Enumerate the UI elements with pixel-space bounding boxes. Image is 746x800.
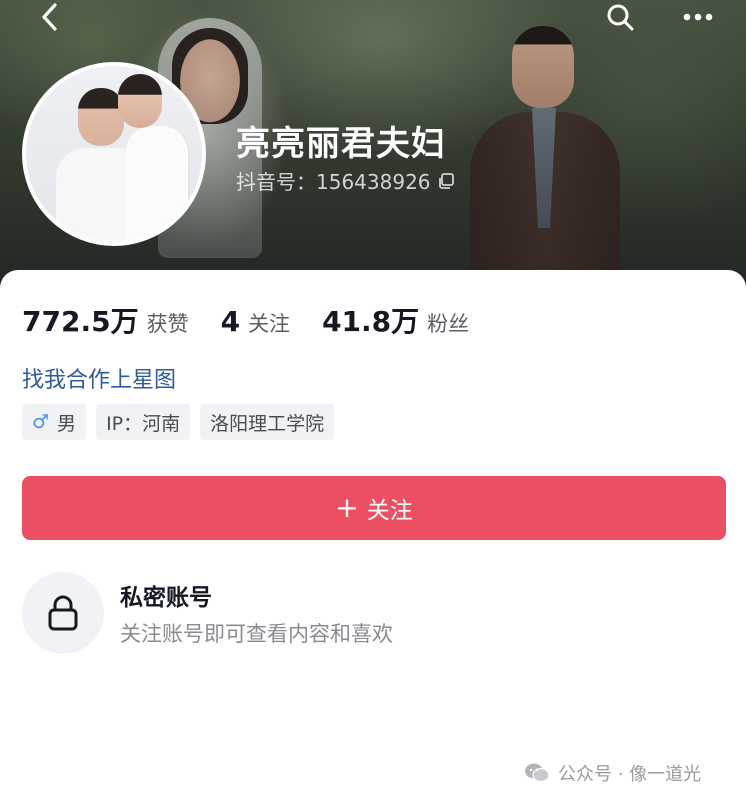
stat-followers-value: 41.8万 <box>322 305 420 338</box>
private-account-title: 私密账号 <box>120 585 212 611</box>
profile-card: 772.5万 获赞 4 关注 41.8万 粉丝 找我合作上星图 ♂ 男 IP：河… <box>0 270 746 800</box>
lock-icon <box>48 595 78 631</box>
tag-gender: ♂ 男 <box>22 404 87 440</box>
watermark: 公众号 · 像一道光 <box>524 760 701 786</box>
private-account-notice: 私密账号 关注账号即可查看内容和喜欢 <box>22 572 393 654</box>
wechat-icon <box>524 762 550 784</box>
back-icon <box>42 3 57 31</box>
avatar-suit <box>126 126 190 242</box>
stat-following-value: 4 <box>220 305 241 338</box>
stat-followers[interactable]: 41.8万 粉丝 <box>322 300 469 340</box>
stat-likes-label: 获赞 <box>146 312 189 336</box>
more-icon <box>683 13 713 21</box>
stat-followers-label: 粉丝 <box>427 312 470 336</box>
tag-ip: IP：河南 <box>96 404 191 440</box>
profile-name: 亮亮丽君夫妇 <box>236 124 446 164</box>
private-account-subtitle: 关注账号即可查看内容和喜欢 <box>120 622 393 646</box>
stat-following-label: 关注 <box>248 312 291 336</box>
search-button[interactable] <box>600 0 640 34</box>
tag-gender-text: 男 <box>57 412 77 435</box>
cooperate-link[interactable]: 找我合作上星图 <box>22 362 176 394</box>
tag-school[interactable]: 洛阳理工学院 <box>200 404 335 440</box>
lock-icon-wrapper <box>22 572 104 654</box>
avatar-groom <box>118 74 162 128</box>
search-icon <box>607 4 634 31</box>
private-account-text: 私密账号 关注账号即可查看内容和喜欢 <box>120 578 393 648</box>
stat-following[interactable]: 4 关注 <box>221 305 290 338</box>
copy-icon[interactable] <box>437 172 455 190</box>
male-icon: ♂ <box>32 411 50 433</box>
plus-icon: + <box>335 491 359 524</box>
avatar[interactable] <box>22 62 206 246</box>
douyin-id: 抖音号：156438926 <box>236 166 455 195</box>
more-options-button[interactable] <box>676 0 720 34</box>
stat-likes-value: 772.5万 <box>22 305 139 338</box>
watermark-text: 公众号 · 像一道光 <box>558 764 702 785</box>
follow-button[interactable]: + 关注 <box>22 476 726 540</box>
profile-stats: 772.5万 获赞 4 关注 41.8万 粉丝 <box>22 300 501 340</box>
stat-likes[interactable]: 772.5万 获赞 <box>22 300 189 340</box>
douyin-id-text: 抖音号：156438926 <box>236 170 431 194</box>
back-button[interactable] <box>30 0 70 34</box>
profile-page: 亮亮丽君夫妇 抖音号：156438926 772.5万 获赞 4 关注 41.8… <box>0 0 746 800</box>
follow-button-label: 关注 <box>366 498 413 524</box>
profile-cover-photo: 亮亮丽君夫妇 抖音号：156438926 <box>0 0 746 290</box>
profile-tags: ♂ 男 IP：河南 洛阳理工学院 <box>22 404 344 440</box>
